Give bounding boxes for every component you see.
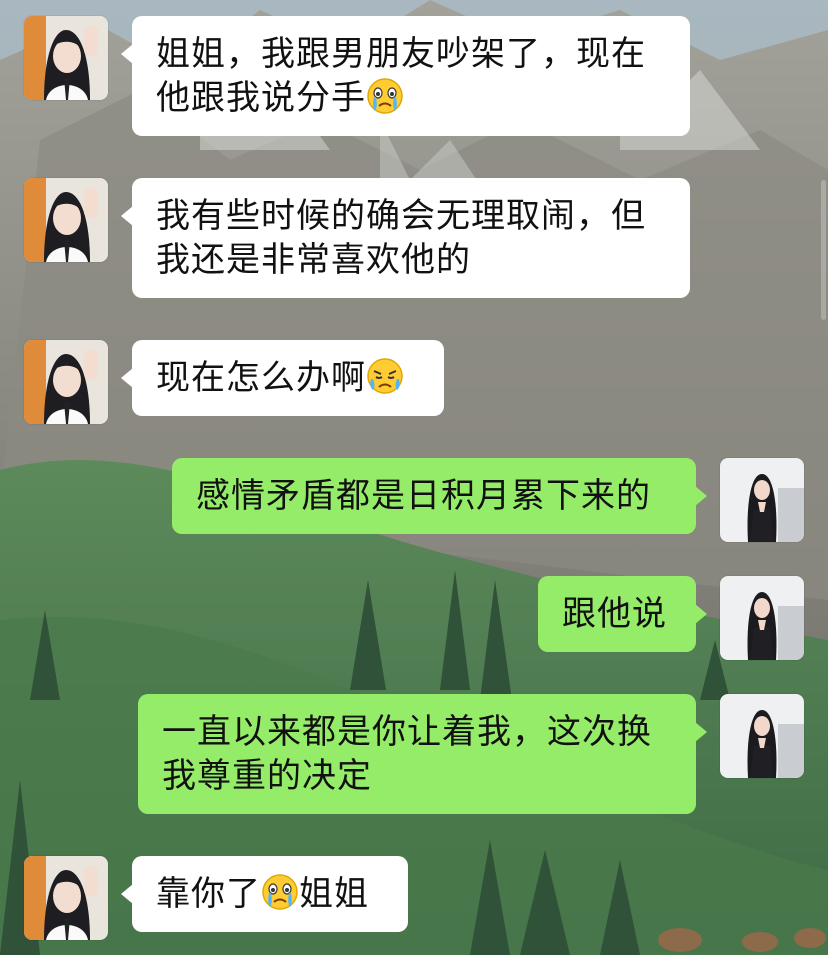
contact-avatar[interactable] xyxy=(24,178,108,262)
self-avatar[interactable] xyxy=(720,576,804,660)
contact-avatar[interactable] xyxy=(24,340,108,424)
message-text: 跟他说 xyxy=(562,594,667,634)
message-text: 现在怎么办啊 xyxy=(156,358,366,398)
message-text: 我有些时候的确会无理取闹，但我还是非常喜欢他的 xyxy=(156,196,646,280)
contact-avatar[interactable] xyxy=(24,856,108,940)
message-text: 靠你了 xyxy=(156,874,261,914)
message-bubble-outgoing[interactable]: 跟他说 xyxy=(538,576,707,652)
message-bubble-incoming[interactable]: 姐姐，我跟男朋友吵架了，现在他跟我说分手 xyxy=(121,16,690,136)
self-avatar[interactable] xyxy=(720,458,804,542)
contact-avatar[interactable] xyxy=(24,16,108,100)
message-text: 感情矛盾都是日积月累下来的 xyxy=(196,476,651,516)
message-bubble-incoming[interactable]: 现在怎么办啊 xyxy=(121,340,444,416)
message-bubble-incoming[interactable]: 靠你了 姐姐 xyxy=(121,856,408,932)
message-bubble-incoming[interactable]: 我有些时候的确会无理取闹，但我还是非常喜欢他的 xyxy=(121,178,690,298)
crying-face-emoji xyxy=(261,873,299,911)
message-text: 一直以来都是你让着我，这次换我尊重的决定 xyxy=(162,712,652,796)
sad-sweat-face-emoji xyxy=(366,357,404,395)
message-bubble-outgoing[interactable]: 一直以来都是你让着我，这次换我尊重的决定 xyxy=(138,694,707,814)
crying-face-emoji xyxy=(366,77,404,115)
message-bubble-outgoing[interactable]: 感情矛盾都是日积月累下来的 xyxy=(172,458,707,534)
chat-message-list[interactable]: 姐姐，我跟男朋友吵架了，现在他跟我说分手 我有些时候的确会无理取闹，但我还是非常… xyxy=(0,0,828,955)
message-text: 姐姐 xyxy=(299,874,369,914)
self-avatar[interactable] xyxy=(720,694,804,778)
